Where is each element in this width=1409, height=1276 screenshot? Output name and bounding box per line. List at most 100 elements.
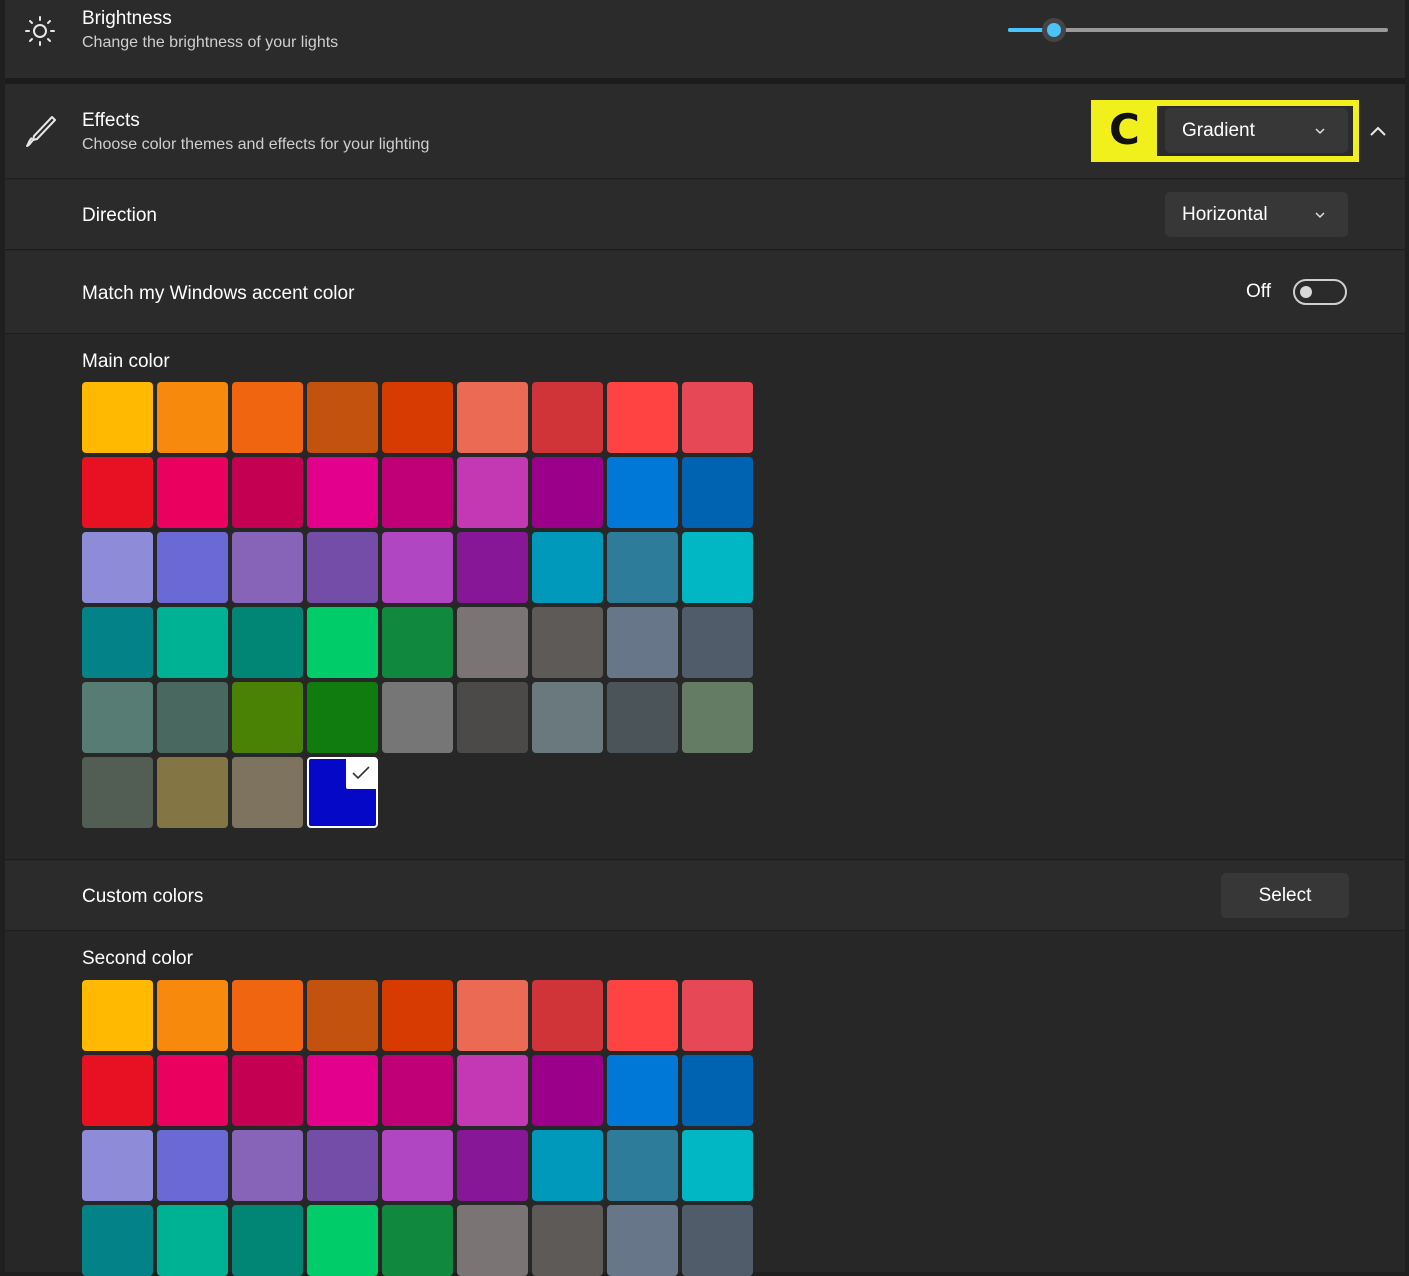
- direction-dropdown[interactable]: Horizontal: [1165, 192, 1348, 237]
- color-swatch[interactable]: [607, 607, 678, 678]
- color-swatch[interactable]: [532, 1130, 603, 1201]
- color-swatch[interactable]: [382, 457, 453, 528]
- color-swatch[interactable]: [382, 607, 453, 678]
- color-swatch[interactable]: [532, 457, 603, 528]
- color-swatch[interactable]: [457, 1130, 528, 1201]
- color-swatch[interactable]: [382, 1130, 453, 1201]
- color-swatch[interactable]: [307, 607, 378, 678]
- color-swatch[interactable]: [682, 457, 753, 528]
- color-swatch[interactable]: [157, 1130, 228, 1201]
- color-swatch[interactable]: [82, 607, 153, 678]
- effects-dropdown[interactable]: Gradient: [1165, 108, 1348, 153]
- color-swatch[interactable]: [232, 607, 303, 678]
- slider-thumb[interactable]: [1041, 18, 1066, 42]
- color-swatch[interactable]: [157, 382, 228, 453]
- color-swatch[interactable]: [82, 532, 153, 603]
- color-swatch[interactable]: [307, 682, 378, 753]
- color-swatch[interactable]: [457, 682, 528, 753]
- color-swatch[interactable]: [307, 1205, 378, 1276]
- color-swatch[interactable]: [157, 682, 228, 753]
- color-swatch[interactable]: [232, 457, 303, 528]
- color-swatch[interactable]: [307, 457, 378, 528]
- color-swatch[interactable]: [607, 1055, 678, 1126]
- color-swatch[interactable]: [532, 607, 603, 678]
- effects-title: Effects: [82, 110, 140, 131]
- color-swatch[interactable]: [682, 382, 753, 453]
- color-swatch[interactable]: [532, 382, 603, 453]
- color-swatch[interactable]: [307, 532, 378, 603]
- color-swatch[interactable]: [457, 382, 528, 453]
- color-swatch[interactable]: [457, 607, 528, 678]
- color-swatch[interactable]: [382, 382, 453, 453]
- color-swatch[interactable]: [157, 457, 228, 528]
- color-swatch[interactable]: [607, 457, 678, 528]
- color-swatch[interactable]: [82, 757, 153, 828]
- color-swatch[interactable]: [607, 532, 678, 603]
- color-swatch[interactable]: [82, 1130, 153, 1201]
- color-swatch[interactable]: [157, 607, 228, 678]
- color-swatch[interactable]: [457, 1055, 528, 1126]
- color-swatch[interactable]: [607, 1205, 678, 1276]
- color-swatch[interactable]: [157, 532, 228, 603]
- second-color-label: Second color: [82, 948, 193, 969]
- color-swatch[interactable]: [382, 682, 453, 753]
- color-swatch[interactable]: [607, 980, 678, 1051]
- color-swatch[interactable]: [82, 980, 153, 1051]
- color-swatch[interactable]: [532, 532, 603, 603]
- color-swatch[interactable]: [682, 1130, 753, 1201]
- color-swatch[interactable]: [457, 532, 528, 603]
- color-swatch[interactable]: [682, 980, 753, 1051]
- color-swatch[interactable]: [382, 1205, 453, 1276]
- color-swatch[interactable]: [457, 457, 528, 528]
- color-swatch[interactable]: [457, 1205, 528, 1276]
- color-swatch[interactable]: [82, 1205, 153, 1276]
- color-swatch[interactable]: [682, 1055, 753, 1126]
- color-swatch[interactable]: [607, 382, 678, 453]
- color-swatch[interactable]: [682, 682, 753, 753]
- color-swatch[interactable]: [232, 682, 303, 753]
- brightness-slider[interactable]: [1008, 18, 1390, 42]
- main-color-label: Main color: [82, 351, 170, 372]
- color-swatch[interactable]: [682, 607, 753, 678]
- color-swatch[interactable]: [307, 382, 378, 453]
- color-swatch[interactable]: [307, 757, 378, 828]
- color-swatch[interactable]: [532, 980, 603, 1051]
- match-accent-row: Match my Windows accent color Off: [5, 251, 1405, 334]
- color-swatch[interactable]: [607, 1130, 678, 1201]
- color-swatch[interactable]: [232, 382, 303, 453]
- color-swatch[interactable]: [232, 757, 303, 828]
- accent-toggle[interactable]: [1293, 279, 1347, 305]
- color-swatch[interactable]: [157, 1055, 228, 1126]
- color-swatch[interactable]: [82, 382, 153, 453]
- color-swatch[interactable]: [232, 1130, 303, 1201]
- effects-dropdown-value: Gradient: [1182, 120, 1255, 141]
- color-swatch[interactable]: [157, 757, 228, 828]
- color-swatch[interactable]: [382, 980, 453, 1051]
- color-swatch[interactable]: [457, 980, 528, 1051]
- color-swatch[interactable]: [82, 457, 153, 528]
- color-swatch[interactable]: [532, 1055, 603, 1126]
- color-swatch[interactable]: [157, 1205, 228, 1276]
- color-swatch[interactable]: [232, 1055, 303, 1126]
- color-swatch[interactable]: [532, 1205, 603, 1276]
- color-swatch[interactable]: [82, 1055, 153, 1126]
- color-swatch[interactable]: [682, 532, 753, 603]
- second-color-section: Second color: [5, 932, 1405, 1276]
- color-swatch[interactable]: [607, 682, 678, 753]
- color-swatch[interactable]: [232, 532, 303, 603]
- color-swatch[interactable]: [82, 682, 153, 753]
- color-swatch[interactable]: [682, 1205, 753, 1276]
- color-swatch[interactable]: [532, 682, 603, 753]
- color-swatch[interactable]: [157, 980, 228, 1051]
- color-swatch[interactable]: [232, 1205, 303, 1276]
- color-swatch[interactable]: [307, 980, 378, 1051]
- direction-label: Direction: [82, 205, 157, 226]
- select-button[interactable]: Select: [1221, 873, 1349, 918]
- color-swatch[interactable]: [307, 1055, 378, 1126]
- color-swatch[interactable]: [382, 1055, 453, 1126]
- color-swatch[interactable]: [232, 980, 303, 1051]
- custom-colors-label: Custom colors: [82, 886, 204, 907]
- chevron-up-icon[interactable]: [1369, 124, 1387, 138]
- color-swatch[interactable]: [307, 1130, 378, 1201]
- color-swatch[interactable]: [382, 532, 453, 603]
